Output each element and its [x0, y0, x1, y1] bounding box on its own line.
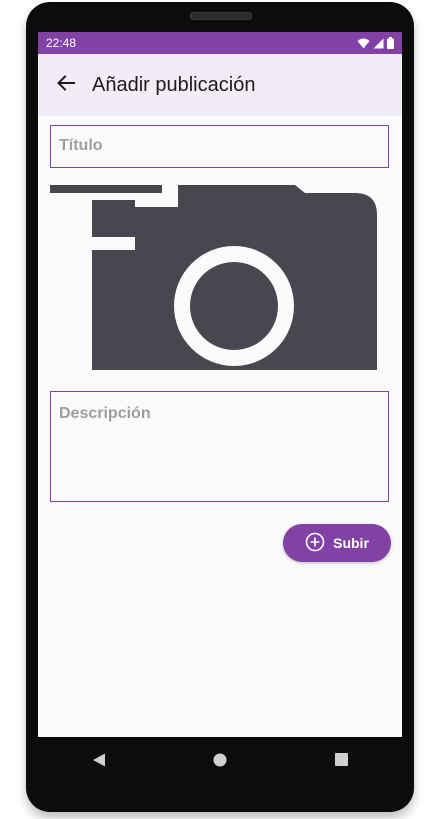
battery-icon [387, 37, 394, 49]
phone-speaker [190, 12, 252, 20]
page-title: Añadir publicación [92, 73, 256, 96]
camera-icon [50, 185, 377, 376]
title-placeholder: Título [59, 137, 103, 154]
back-button[interactable] [50, 69, 82, 101]
nav-back-button[interactable] [79, 742, 119, 782]
title-input[interactable]: Título [50, 125, 389, 168]
phone-frame: 22:48 Añadir publicación Título Descripc… [26, 2, 414, 812]
plus-circle-icon [305, 532, 325, 555]
description-placeholder: Descripción [59, 405, 151, 422]
home-circle-icon [213, 753, 227, 772]
back-triangle-icon [92, 753, 106, 772]
submit-button[interactable]: Subir [283, 524, 391, 562]
status-icons [357, 37, 394, 49]
wifi-icon [357, 38, 370, 49]
nav-recents-button[interactable] [321, 742, 361, 782]
system-nav-bar [38, 737, 402, 787]
submit-label: Subir [333, 535, 369, 551]
app-toolbar: Añadir publicación [38, 54, 402, 116]
image-picker[interactable] [50, 185, 377, 372]
arrow-back-icon [57, 74, 75, 96]
recents-square-icon [334, 753, 348, 771]
status-time: 22:48 [46, 36, 77, 50]
status-bar: 22:48 [38, 32, 402, 54]
app-screen: 22:48 Añadir publicación Título Descripc… [38, 32, 402, 737]
description-input[interactable]: Descripción [50, 391, 389, 502]
nav-home-button[interactable] [200, 742, 240, 782]
signal-icon [373, 38, 384, 49]
